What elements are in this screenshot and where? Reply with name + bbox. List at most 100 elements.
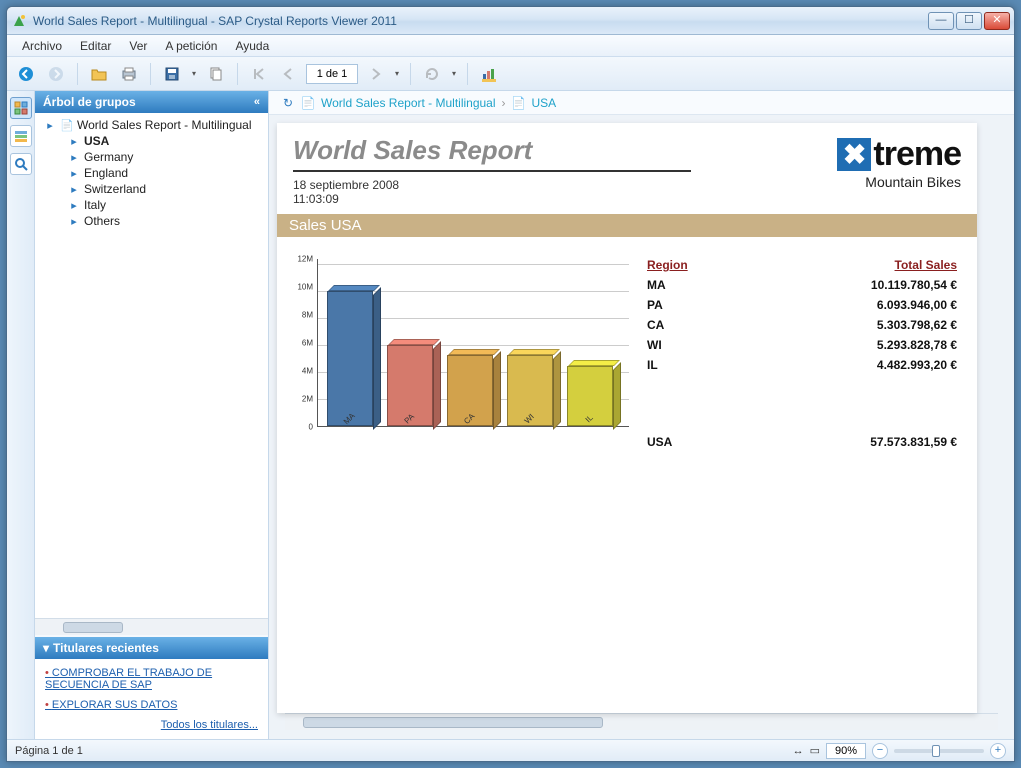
vtab-search-icon[interactable] — [10, 153, 32, 175]
next-page-button[interactable] — [362, 61, 388, 87]
prev-page-button[interactable] — [276, 61, 302, 87]
doc-icon: 📄 — [60, 118, 74, 132]
vtab-group-tree-icon[interactable] — [10, 97, 32, 119]
menubar: Archivo Editar Ver A petición Ayuda — [7, 35, 1014, 57]
first-page-button[interactable] — [246, 61, 272, 87]
nav-back-button[interactable] — [13, 61, 39, 87]
report-page: World Sales Report 18 septiembre 2008 11… — [277, 123, 977, 713]
report-title: World Sales Report — [293, 135, 691, 166]
save-button[interactable] — [159, 61, 185, 87]
main-area: ↻ 📄 World Sales Report - Multilingual › … — [269, 91, 1014, 739]
sidebar-hscroll[interactable] — [35, 618, 268, 635]
tree-node[interactable]: ▸ Others — [37, 213, 266, 229]
logo-x-icon: ✖ — [837, 138, 871, 171]
chart-ytick: 6M — [302, 339, 313, 348]
page-input[interactable] — [306, 64, 358, 84]
table-row: WI 5.293.828,78 € — [643, 335, 961, 355]
tree-node[interactable]: ▸ Germany — [37, 149, 266, 165]
zoom-in-button[interactable]: + — [990, 743, 1006, 759]
report-time: 11:03:09 — [293, 192, 691, 206]
flag-icon: ▸ — [67, 166, 81, 180]
chart-ytick: 4M — [302, 367, 313, 376]
table-row: CA 5.303.798,62 € — [643, 315, 961, 335]
nav-forward-button[interactable] — [43, 61, 69, 87]
zoom-slider[interactable] — [894, 749, 984, 753]
menu-editar[interactable]: Editar — [71, 37, 120, 55]
cell-sales: 4.482.993,20 € — [751, 355, 961, 375]
open-button[interactable] — [86, 61, 112, 87]
headline-link[interactable]: COMPROBAR EL TRABAJO DE SECUENCIA DE SAP — [45, 667, 258, 691]
fit-width-icon[interactable]: ↔ — [793, 745, 804, 757]
zoom-out-button[interactable]: − — [872, 743, 888, 759]
chart-ytick: 0 — [309, 423, 313, 432]
menu-apeticion[interactable]: A petición — [156, 37, 226, 55]
company-logo: ✖treme Mountain Bikes — [691, 135, 961, 190]
close-button[interactable]: ✕ — [984, 12, 1010, 30]
table-row: MA 10.119.780,54 € — [643, 275, 961, 295]
menu-ayuda[interactable]: Ayuda — [226, 37, 278, 55]
collapse-panel-icon[interactable]: « — [254, 96, 260, 108]
tree-root[interactable]: ▸ 📄 World Sales Report - Multilingual — [37, 117, 266, 133]
breadcrumb-root[interactable]: World Sales Report - Multilingual — [321, 96, 496, 110]
beta-chart-button[interactable] — [476, 61, 502, 87]
tree-node[interactable]: ▸ Switzerland — [37, 181, 266, 197]
doc-icon: 📄 — [301, 96, 315, 110]
titlebar[interactable]: World Sales Report - Multilingual - SAP … — [7, 7, 1014, 35]
maximize-button[interactable]: ☐ — [956, 12, 982, 30]
print-button[interactable] — [116, 61, 142, 87]
cell-region: WI — [643, 335, 751, 355]
toolbar: ▾ ▾ ▾ — [7, 57, 1014, 91]
tree-node[interactable]: ▸ USA — [37, 133, 266, 149]
window-title: World Sales Report - Multilingual - SAP … — [33, 14, 928, 28]
group-tree-header[interactable]: Árbol de grupos « — [35, 91, 268, 113]
table-row: IL 4.482.993,20 € — [643, 355, 961, 375]
fit-page-icon[interactable]: ▭ — [810, 744, 820, 757]
refresh-button[interactable] — [419, 61, 445, 87]
menu-archivo[interactable]: Archivo — [13, 37, 71, 55]
flag-icon: ▸ — [67, 134, 81, 148]
headline-link[interactable]: EXPLORAR SUS DATOS — [45, 699, 258, 711]
doc-icon: 📄 — [512, 96, 526, 110]
tree-node[interactable]: ▸ Italy — [37, 197, 266, 213]
status-page: Página 1 de 1 — [15, 745, 83, 757]
app-window: World Sales Report - Multilingual - SAP … — [6, 6, 1015, 762]
cell-sales: 10.119.780,54 € — [751, 275, 961, 295]
zoom-input[interactable] — [826, 743, 866, 759]
sales-bar-chart: 02M4M6M8M10M12M MAPACAWIIL — [293, 255, 633, 455]
tree-node-label: Germany — [84, 150, 133, 164]
cell-sales: 6.093.946,00 € — [751, 295, 961, 315]
breadcrumb-leaf[interactable]: USA — [532, 96, 557, 110]
cell-region: PA — [643, 295, 751, 315]
save-dropdown[interactable]: ▾ — [189, 61, 199, 87]
flag-icon: ▸ — [67, 198, 81, 212]
app-icon — [11, 13, 27, 29]
chart-ytick: 12M — [297, 255, 313, 264]
refresh-breadcrumb-icon[interactable]: ↻ — [281, 96, 295, 110]
cell-region: IL — [643, 355, 751, 375]
flag-icon: ▸ — [67, 182, 81, 196]
headlines-title: Titulares recientes — [53, 641, 159, 655]
chart-ytick: 2M — [302, 395, 313, 404]
page-dropdown[interactable]: ▾ — [392, 61, 402, 87]
tree-node[interactable]: ▸ England — [37, 165, 266, 181]
refresh-dropdown[interactable]: ▾ — [449, 61, 459, 87]
report-hscroll[interactable] — [285, 713, 998, 730]
tree-node-label: Others — [84, 214, 120, 228]
tree-node-label: Switzerland — [84, 182, 146, 196]
statusbar: Página 1 de 1 ↔ ▭ − + — [7, 739, 1014, 761]
report-viewport[interactable]: World Sales Report 18 septiembre 2008 11… — [269, 115, 1014, 739]
report-icon: ▸ — [43, 118, 57, 132]
headlines-header[interactable]: ▾ Titulares recientes — [35, 637, 268, 659]
menu-ver[interactable]: Ver — [120, 37, 156, 55]
sidebar: Árbol de grupos « ▸ 📄 World Sales Report… — [35, 91, 269, 739]
chart-ytick: 10M — [297, 283, 313, 292]
tree-node-label: England — [84, 166, 128, 180]
tree-node-label: Italy — [84, 198, 106, 212]
flag-icon: ▸ — [67, 214, 81, 228]
group-tree-title: Árbol de grupos — [43, 95, 136, 109]
flag-icon: ▸ — [67, 150, 81, 164]
minimize-button[interactable]: — — [928, 12, 954, 30]
all-headlines-link[interactable]: Todos los titulares... — [161, 719, 258, 731]
vtab-params-icon[interactable] — [10, 125, 32, 147]
copy-button[interactable] — [203, 61, 229, 87]
